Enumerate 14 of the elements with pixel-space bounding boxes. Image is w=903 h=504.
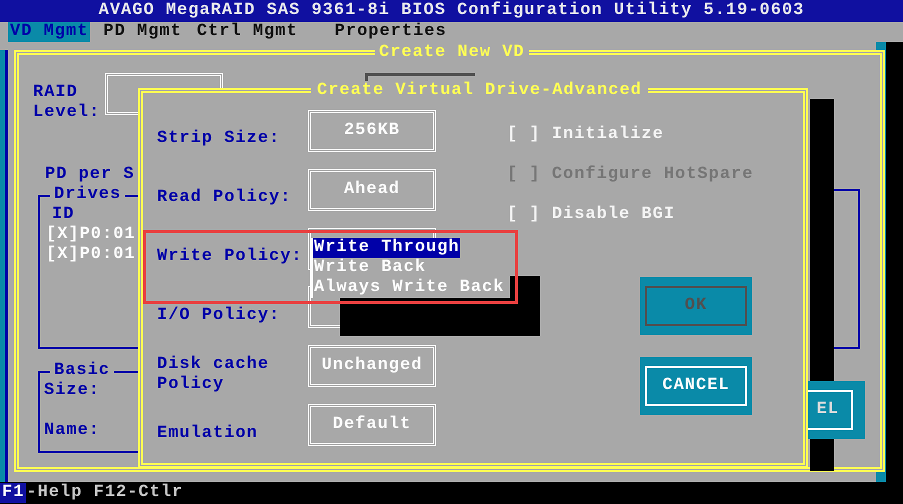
title-bar: AVAGO MegaRAID SAS 9361-8i BIOS Configuration Utility 5.19-0603: [0, 0, 903, 22]
status-text: -Help F12-Ctlr: [26, 483, 184, 503]
field-label: Size:: [44, 381, 100, 401]
field-label: Write Policy:: [157, 247, 304, 268]
raid-level-label: RAID Level:: [33, 83, 102, 123]
field-label: Name:: [44, 421, 100, 441]
pd-per-span-label: PD per S: [45, 165, 135, 185]
field-label: Read Policy:: [157, 188, 292, 208]
field-label: Strip Size:: [157, 129, 282, 150]
column-header: ID: [51, 205, 76, 225]
field-label: Emulation: [157, 424, 259, 444]
field-label: I/O Policy:: [157, 306, 282, 326]
field-label: Disk cache Policy: [157, 354, 270, 395]
help-key: F1: [0, 483, 26, 503]
